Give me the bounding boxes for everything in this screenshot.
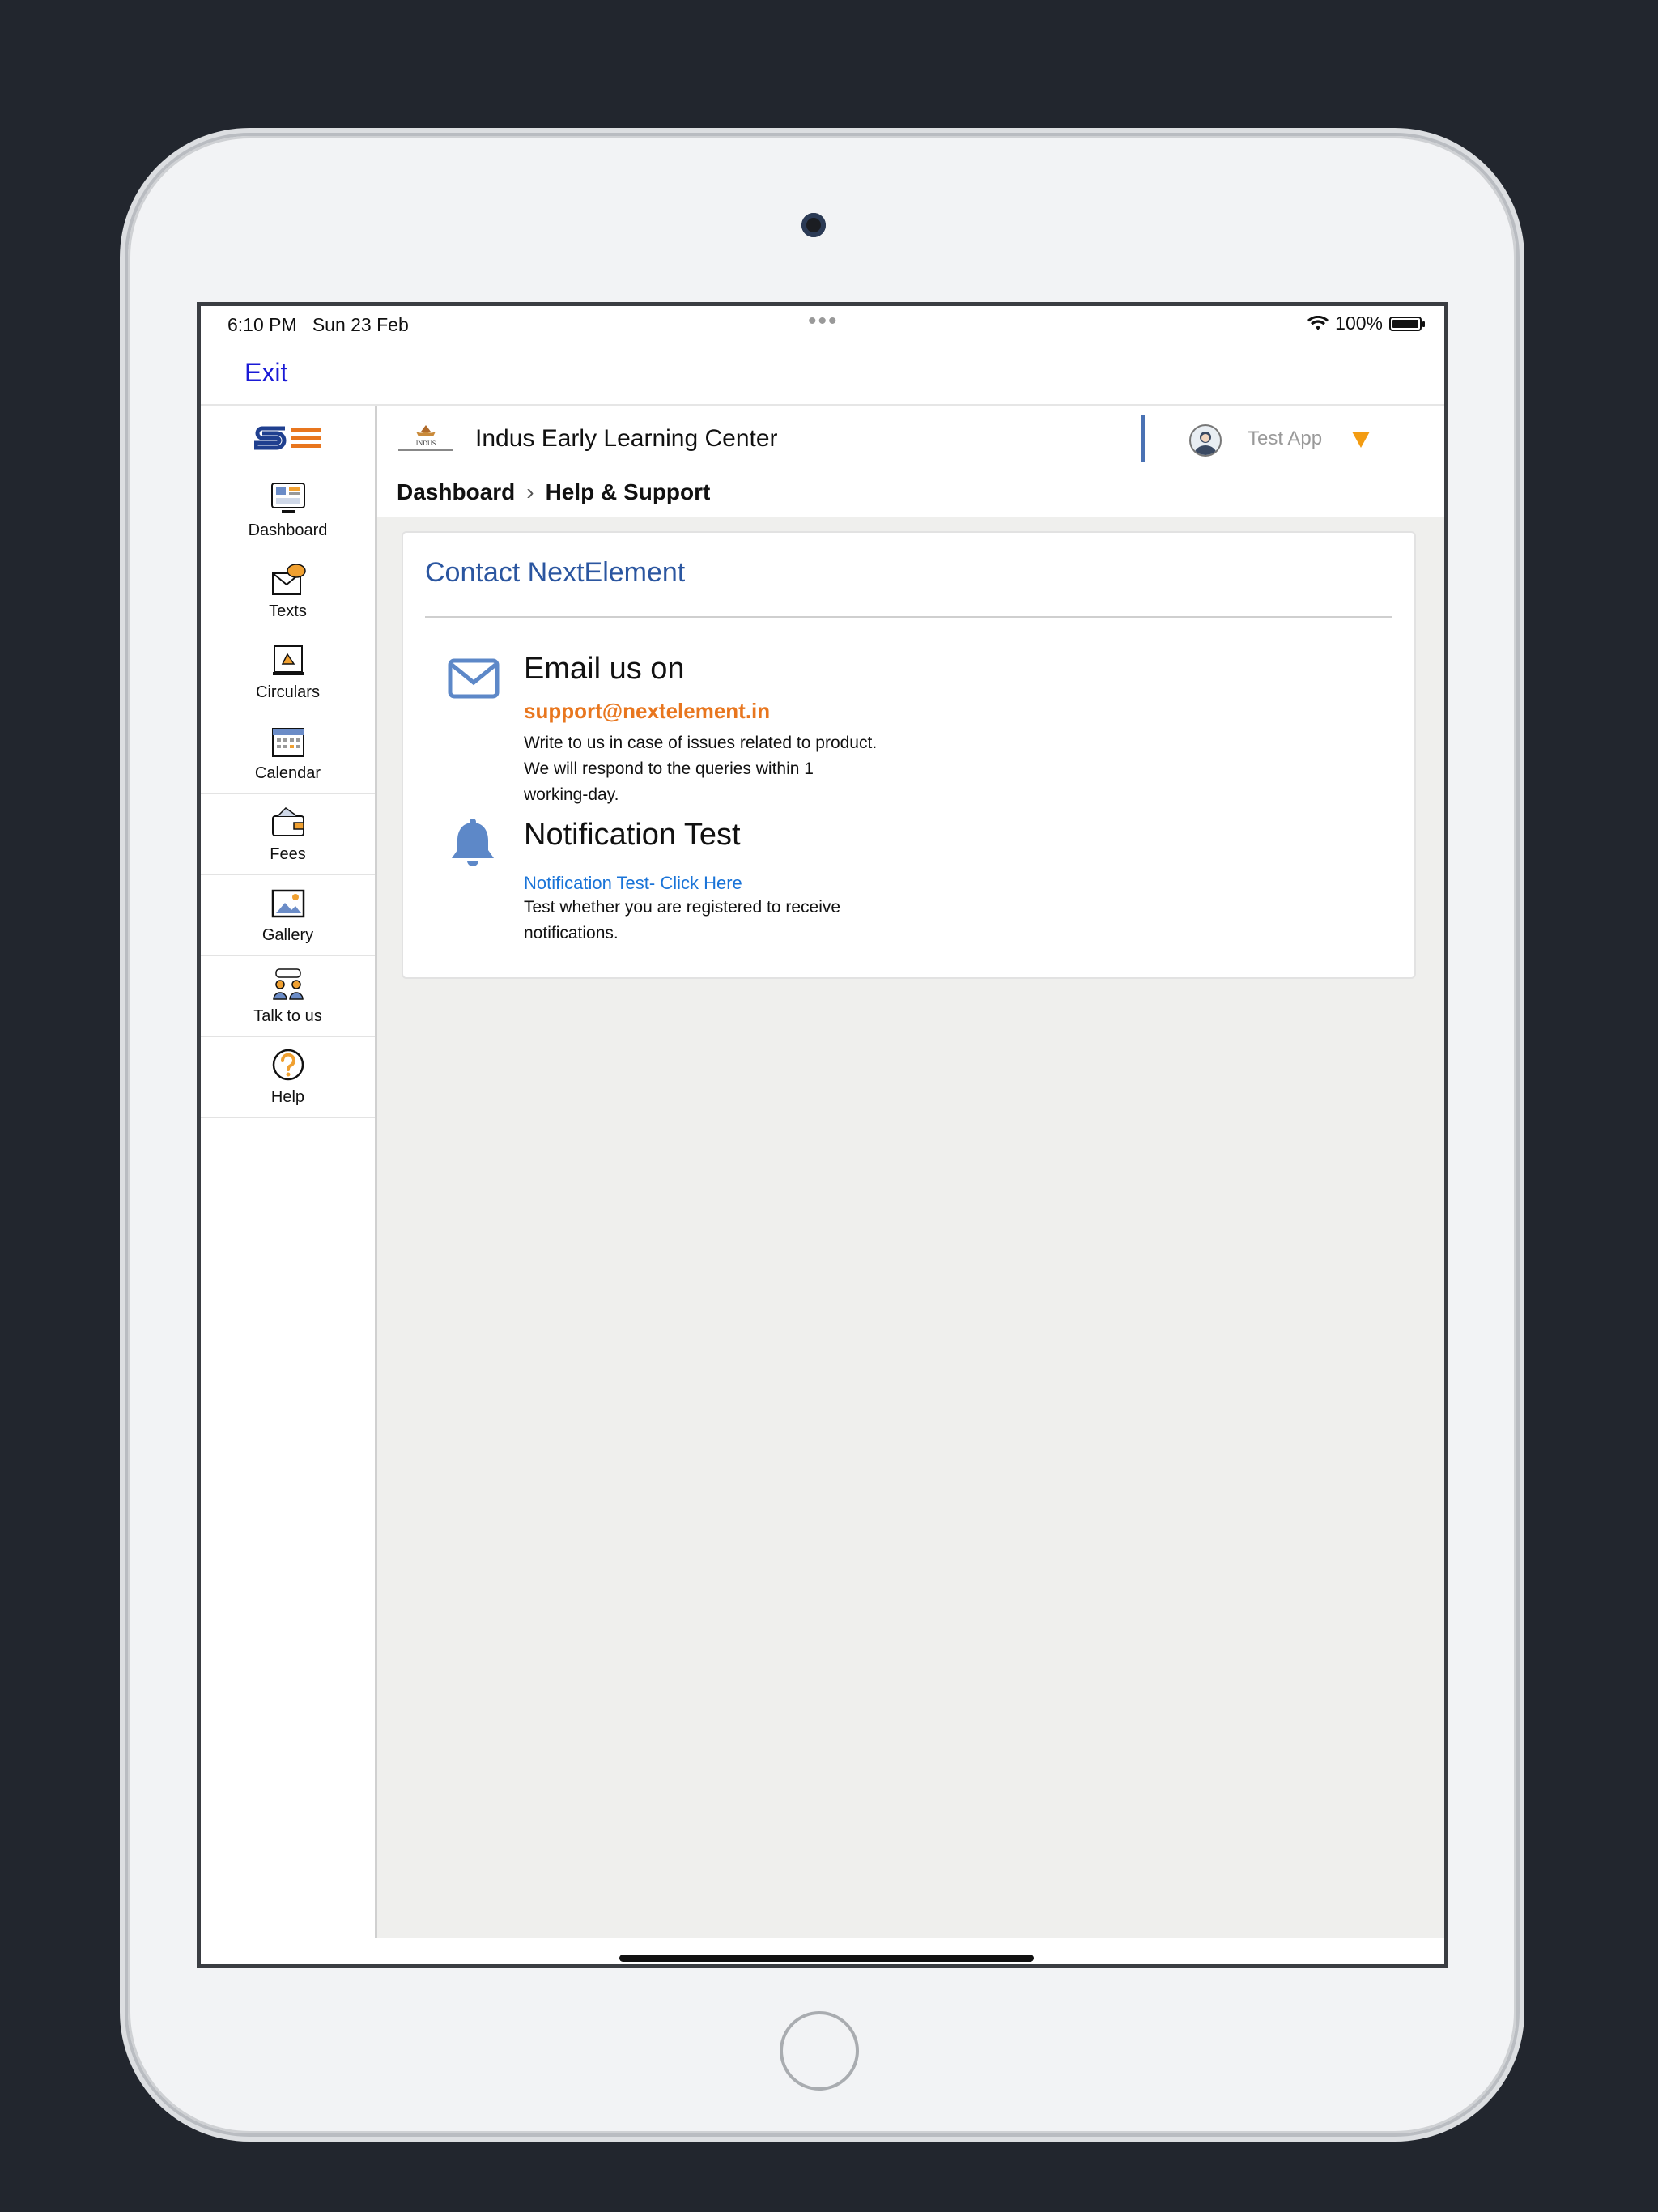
school-name: Indus Early Learning Center: [475, 425, 778, 452]
multitask-dots[interactable]: •••: [808, 308, 839, 335]
sidebar-item-circulars[interactable]: Circulars: [201, 632, 375, 713]
gallery-icon: [271, 889, 304, 918]
contact-card: Contact NextElement Email us on support@…: [402, 531, 1416, 979]
school-logo: INDUS: [398, 425, 453, 451]
sidebar-item-dashboard[interactable]: Dashboard: [201, 470, 375, 551]
status-bar: 6:10 PM Sun 23 Feb ••• 100%: [201, 306, 1444, 338]
front-camera: [801, 213, 826, 237]
calendar-icon: [271, 728, 304, 757]
breadcrumb: Dashboard › Help & Support: [397, 479, 710, 505]
sidebar-item-label: Texts: [269, 602, 307, 620]
card-divider: [425, 616, 1392, 618]
user-name[interactable]: Test App: [1248, 428, 1322, 450]
status-time: 6:10 PM Sun 23 Feb: [227, 314, 409, 335]
home-indicator[interactable]: [619, 1955, 1034, 1962]
screen: 6:10 PM Sun 23 Feb ••• 100% Exit Dashboa…: [197, 302, 1448, 1968]
sidebar-item-help[interactable]: Help: [201, 1037, 375, 1118]
sidebar-item-label: Circulars: [256, 683, 320, 701]
chevron-right-icon: ›: [526, 479, 534, 504]
circulars-icon: [272, 645, 304, 675]
talk-to-us-icon: [272, 968, 304, 1000]
sidebar-item-calendar[interactable]: Calendar: [201, 713, 375, 794]
main-content: INDUS Indus Early Learning Center Test A…: [377, 406, 1444, 1938]
sidebar-item-label: Calendar: [254, 764, 321, 782]
app-logo: [201, 406, 375, 470]
support-email-link[interactable]: support@nextelement.in: [524, 699, 770, 724]
sidebar-item-label: Fees: [270, 845, 306, 863]
header-divider: [1141, 415, 1145, 462]
sidebar-item-talk-to-us[interactable]: Talk to us: [201, 956, 375, 1037]
sidebar-item-label: Gallery: [261, 926, 314, 944]
sidebar-item-label: Talk to us: [253, 1007, 322, 1025]
user-dropdown-caret-icon[interactable]: [1352, 432, 1370, 448]
fees-icon: [271, 807, 304, 836]
email-description: Write to us in case of issues related to…: [524, 734, 878, 804]
navigation-bar: Exit: [201, 338, 1444, 406]
breadcrumb-dashboard[interactable]: Dashboard: [397, 479, 515, 505]
email-section-title: Email us on: [524, 652, 685, 686]
sidebar-item-label: Dashboard: [248, 521, 328, 539]
sidebar-item-texts[interactable]: Texts: [201, 551, 375, 632]
notification-description: Test whether you are registered to recei…: [524, 898, 841, 942]
user-avatar[interactable]: [1189, 424, 1222, 457]
exit-button[interactable]: Exit: [244, 358, 287, 388]
sidebar-item-gallery[interactable]: Gallery: [201, 875, 375, 956]
header: INDUS Indus Early Learning Center Test A…: [377, 406, 1444, 517]
card-title: Contact NextElement: [425, 557, 686, 588]
sidebar-item-fees[interactable]: Fees: [201, 794, 375, 875]
sidebar: Dashboard Texts Circulars Calendar Fees …: [201, 406, 377, 1938]
battery-icon: [1389, 316, 1425, 331]
notification-section-title: Notification Test: [524, 818, 741, 852]
dashboard-icon: [270, 483, 305, 513]
help-icon: [272, 1049, 304, 1081]
wifi-icon: [1307, 315, 1329, 330]
texts-icon: [271, 564, 306, 595]
svg-text:INDUS: INDUS: [416, 440, 436, 447]
breadcrumb-current: Help & Support: [545, 479, 711, 504]
notification-test-link[interactable]: Notification Test- Click Here: [524, 873, 742, 894]
envelope-icon: [448, 658, 500, 699]
sidebar-item-label: Help: [270, 1088, 305, 1106]
home-button[interactable]: [780, 2011, 859, 2091]
bell-icon: [452, 819, 494, 866]
battery-percentage: 100%: [1335, 313, 1383, 334]
